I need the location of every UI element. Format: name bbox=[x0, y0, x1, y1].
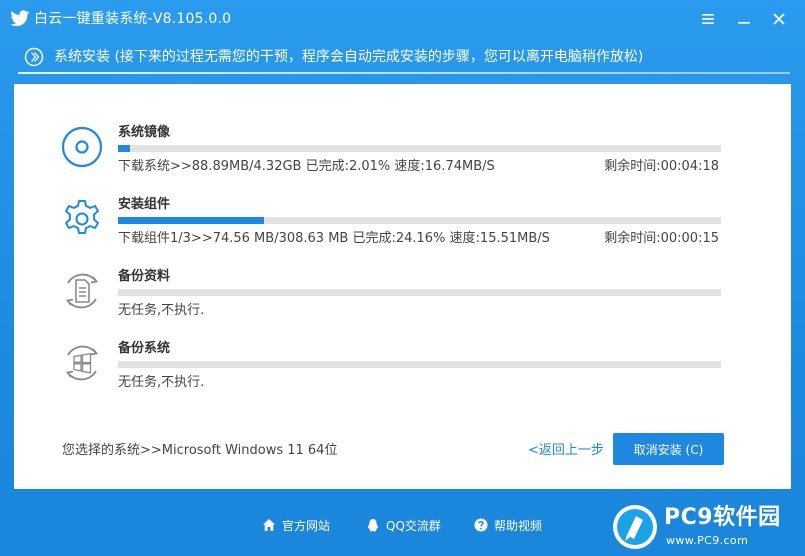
footer-link-label: 官方网站 bbox=[282, 519, 331, 533]
task-progress-bar bbox=[118, 145, 721, 152]
task-detail: 无任务,不执行. bbox=[118, 303, 205, 318]
task-detail: 下载组件1/3>>74.56 MB/308.63 MB 已完成:24.16% 速… bbox=[118, 231, 550, 246]
step-description: 系统安装 (接下来的过程无需您的干预，程序会自动完成安装的步骤，您可以离开电脑稍… bbox=[54, 49, 644, 65]
qq-icon bbox=[367, 519, 379, 532]
qq-group-link[interactable]: QQ交流群 bbox=[366, 517, 441, 535]
task-detail: 下载系统>>88.89MB/4.32GB 已完成:2.01% 速度:16.74M… bbox=[118, 159, 495, 174]
window-title: 白云一键重装系统-V8.105.0.0 bbox=[34, 11, 232, 27]
task-backup-system: 备份系统 无任务,不执行. bbox=[14, 341, 791, 403]
task-backup-data: 备份资料 无任务,不执行. bbox=[14, 269, 791, 331]
gear-icon bbox=[65, 200, 99, 234]
task-system-image: 系统镜像 下载系统>>88.89MB/4.32GB 已完成:2.01% 速度:1… bbox=[14, 125, 791, 187]
cancel-install-button[interactable]: 取消安装 (C) bbox=[613, 433, 724, 465]
minimize-icon bbox=[738, 22, 750, 24]
disc-icon bbox=[61, 126, 103, 168]
close-button[interactable] bbox=[768, 8, 790, 30]
task-name: 系统镜像 bbox=[118, 125, 171, 140]
selected-system-label: 您选择的系统>>Microsoft Windows 11 64位 bbox=[62, 443, 338, 458]
task-progress-fill bbox=[118, 217, 264, 224]
bird-logo-icon bbox=[10, 10, 30, 26]
task-detail: 无任务,不执行. bbox=[118, 375, 205, 390]
windows-backup-icon bbox=[65, 345, 99, 381]
watermark-text: PC9软件园 bbox=[664, 505, 781, 530]
step-divider bbox=[18, 72, 790, 74]
menu-icon bbox=[702, 14, 714, 24]
minimize-button[interactable] bbox=[733, 8, 755, 30]
document-backup-icon bbox=[65, 273, 99, 309]
footer-link-label: QQ交流群 bbox=[386, 519, 441, 533]
task-progress-fill bbox=[118, 145, 131, 152]
official-site-link[interactable]: 官方网站 bbox=[262, 517, 330, 535]
task-progress-bar bbox=[118, 361, 721, 368]
close-icon bbox=[773, 13, 785, 25]
task-remaining-time: 剩余时间:00:00:15 bbox=[604, 231, 719, 246]
help-icon bbox=[474, 518, 488, 532]
back-link[interactable]: <返回上一步 bbox=[528, 443, 604, 459]
pc9-logo-icon bbox=[613, 505, 657, 549]
help-video-link[interactable]: 帮助视频 bbox=[474, 517, 542, 535]
menu-button[interactable] bbox=[697, 8, 719, 30]
home-icon bbox=[263, 519, 275, 531]
task-name: 备份资料 bbox=[118, 269, 171, 284]
task-progress-bar bbox=[118, 217, 721, 224]
watermark-url: www.PC9.com bbox=[666, 534, 749, 547]
title-bar: 白云一键重装系统-V8.105.0.0 bbox=[0, 0, 805, 38]
task-progress-bar bbox=[118, 289, 721, 296]
task-name: 安装组件 bbox=[118, 197, 171, 212]
footer-link-label: 帮助视频 bbox=[494, 519, 543, 533]
step-chevron-icon bbox=[24, 47, 44, 67]
task-install-components: 安装组件 下载组件1/3>>74.56 MB/308.63 MB 已完成:24.… bbox=[14, 197, 791, 259]
installer-window: 白云一键重装系统-V8.105.0.0 系统安装 (接下来的过程无需您的干预，程… bbox=[0, 0, 805, 556]
pc9-watermark: PC9软件园 www.PC9.com bbox=[612, 500, 805, 556]
task-name: 备份系统 bbox=[118, 341, 171, 356]
task-remaining-time: 剩余时间:00:04:18 bbox=[604, 159, 719, 174]
install-panel: 系统镜像 下载系统>>88.89MB/4.32GB 已完成:2.01% 速度:1… bbox=[14, 84, 791, 489]
